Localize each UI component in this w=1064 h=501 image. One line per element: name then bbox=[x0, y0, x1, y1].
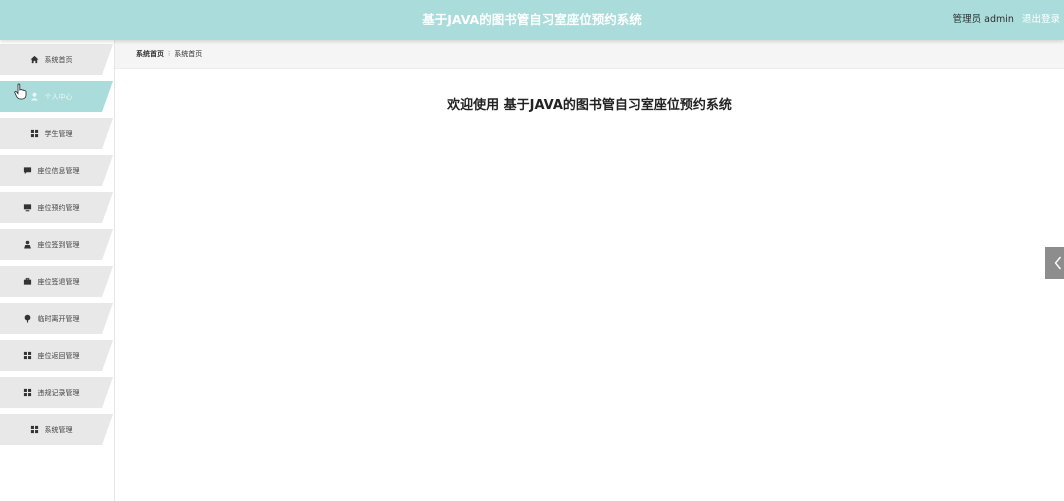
sidebar-item-label: 系统管理 bbox=[44, 425, 73, 434]
chat-icon bbox=[23, 167, 31, 175]
sidebar-item-label: 座位签退管理 bbox=[37, 277, 80, 286]
briefcase-icon bbox=[23, 277, 31, 285]
app-title: 基于JAVA的图书管自习室座位预约系统 bbox=[422, 12, 642, 27]
sidebar-item-label: 违规记录管理 bbox=[37, 388, 80, 397]
grid-icon bbox=[30, 425, 38, 434]
sidebar-item-label: 临时离开管理 bbox=[37, 314, 80, 323]
sidebar-item-label: 座位签到管理 bbox=[37, 240, 80, 249]
sidebar-item-label: 座位返回管理 bbox=[37, 351, 80, 360]
grid-icon bbox=[23, 351, 31, 360]
sidebar-item-system-management[interactable]: 系统管理 bbox=[0, 414, 113, 445]
user-icon bbox=[30, 92, 38, 101]
home-icon bbox=[29, 55, 39, 64]
sidebar-item-students[interactable]: 学生管理 bbox=[0, 118, 113, 149]
side-panel-toggle[interactable] bbox=[1045, 247, 1064, 279]
sidebar-item-label: 系统首页 bbox=[44, 55, 73, 64]
logout-link[interactable]: 退出登录 bbox=[1022, 14, 1060, 25]
sidebar-item-label: 个人中心 bbox=[44, 92, 73, 101]
top-header: 基于JAVA的图书管自习室座位预约系统 管理员 admin 退出登录 bbox=[0, 0, 1064, 40]
breadcrumb-home-link[interactable]: 系统首页 bbox=[136, 50, 164, 58]
breadcrumb-separator: ⁝ bbox=[168, 50, 171, 58]
current-user-label: 管理员 admin bbox=[952, 14, 1014, 25]
hand-cursor-icon bbox=[14, 83, 27, 100]
sidebar-item-label: 座位信息管理 bbox=[37, 166, 80, 175]
welcome-heading: 欢迎使用 基于JAVA的图书管自习室座位预约系统 bbox=[447, 98, 732, 113]
sidebar-item-violation-records[interactable]: 违规记录管理 bbox=[0, 377, 113, 408]
sidebar-item-seat-checkout[interactable]: 座位签退管理 bbox=[0, 266, 113, 297]
sidebar-item-label: 座位预约管理 bbox=[37, 203, 80, 212]
sidebar-item-seat-return[interactable]: 座位返回管理 bbox=[0, 340, 113, 371]
sidebar-item-home[interactable]: 系统首页 bbox=[0, 44, 113, 75]
person-icon bbox=[23, 240, 31, 249]
pin-icon bbox=[24, 314, 30, 323]
sidebar-item-temporary-leave[interactable]: 临时离开管理 bbox=[0, 303, 113, 334]
sidebar-item-seat-info[interactable]: 座位信息管理 bbox=[0, 155, 113, 186]
sidebar-menu: 系统首页 个人中心 学生管理 座位信息管理 座位预约管理 座位签到管理 座位签退… bbox=[0, 40, 115, 501]
grid-icon bbox=[30, 129, 38, 138]
sidebar-item-seat-checkin[interactable]: 座位签到管理 bbox=[0, 229, 113, 260]
sidebar-item-seat-reservation[interactable]: 座位预约管理 bbox=[0, 192, 113, 223]
grid-icon bbox=[23, 388, 31, 397]
header-user-area: 管理员 admin 退出登录 bbox=[953, 0, 1060, 40]
breadcrumb: 系统首页 ⁝ 系统首页 bbox=[115, 40, 1064, 69]
sidebar-item-label: 学生管理 bbox=[44, 129, 73, 138]
chevron-left-icon bbox=[1054, 256, 1062, 270]
monitor-icon bbox=[23, 204, 31, 212]
breadcrumb-current: 系统首页 bbox=[174, 50, 203, 58]
